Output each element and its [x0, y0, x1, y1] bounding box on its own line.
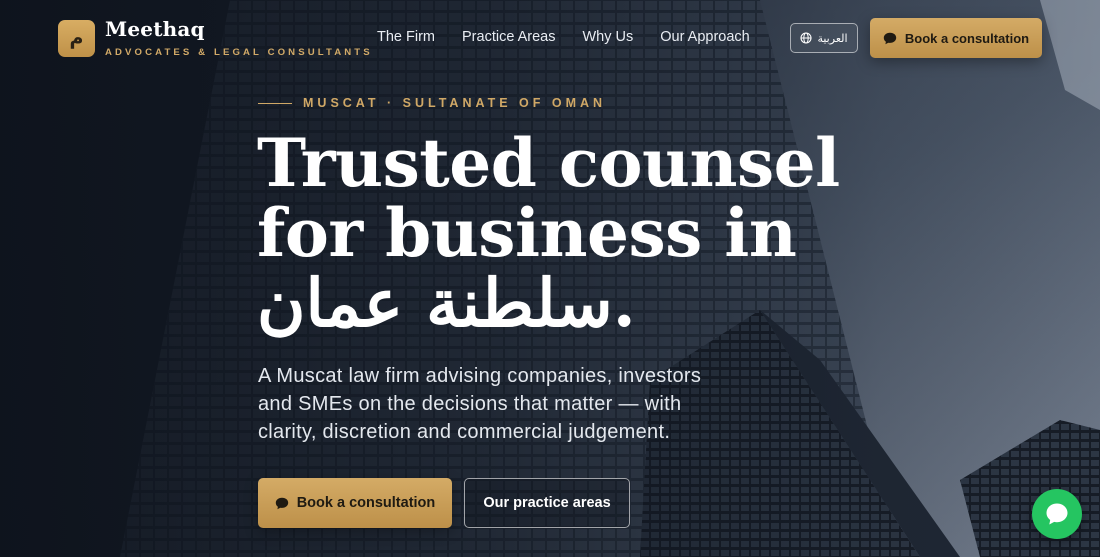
secondary-cta-label: Our practice areas	[483, 495, 611, 511]
book-consultation-button[interactable]: Book a consultation	[258, 478, 452, 528]
header-book-consultation-button[interactable]: Book a consultation	[870, 18, 1042, 58]
kicker-text: MUSCAT · SULTANATE OF OMAN	[303, 96, 607, 110]
whatsapp-chat-icon	[1046, 503, 1068, 525]
hero-headline: Trusted counsel for business in سلطنة عم…	[257, 124, 840, 342]
floating-chat-button[interactable]	[1032, 489, 1082, 539]
language-label: العربية	[817, 31, 848, 45]
chat-bubble-icon	[883, 32, 897, 44]
globe-icon	[800, 32, 813, 44]
hero-kicker: MUSCAT · SULTANATE OF OMAN	[258, 96, 606, 110]
chat-bubble-icon	[275, 497, 288, 509]
language-toggle-button[interactable]: العربية	[790, 23, 858, 53]
brand-text: Meethaq ADVOCATES & LEGAL CONSULTANTS	[105, 18, 373, 58]
brand-tagline: ADVOCATES & LEGAL CONSULTANTS	[105, 47, 373, 58]
kicker-rule	[258, 102, 292, 104]
practice-areas-button[interactable]: Our practice areas	[464, 478, 630, 528]
brand-logo[interactable]: م Meethaq ADVOCATES & LEGAL CONSULTANTS	[58, 18, 373, 58]
nav-item-the-firm[interactable]: The Firm	[377, 29, 435, 45]
nav-item-our-approach[interactable]: Our Approach	[660, 29, 749, 45]
main-nav: The Firm Practice Areas Why Us Our Appro…	[377, 29, 777, 45]
hero-lede: A Muscat law firm advising companies, in…	[258, 365, 702, 443]
brand-mark: م	[58, 19, 95, 57]
nav-item-practice-areas[interactable]: Practice Areas	[462, 29, 556, 45]
primary-cta-label: Book a consultation	[296, 495, 436, 511]
header-cta-label: Book a consultation	[904, 30, 1030, 46]
brand-name: Meethaq	[105, 17, 205, 41]
nav-item-why-us[interactable]: Why Us	[583, 29, 634, 45]
